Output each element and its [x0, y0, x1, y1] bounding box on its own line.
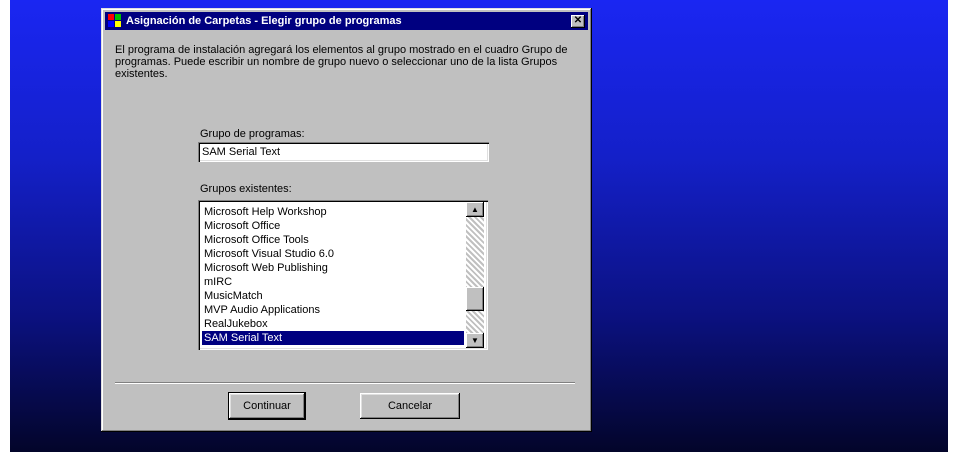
existing-groups-listbox[interactable]: Microsoft Help Workshop Microsoft Office M… — [198, 200, 488, 350]
list-item[interactable]: Microsoft Office — [202, 219, 464, 233]
window-title: Asignación de Carpetas - Elegir grupo de… — [126, 15, 402, 27]
program-group-input[interactable]: SAM Serial Text — [198, 142, 489, 162]
list-item[interactable]: mIRC — [202, 275, 464, 289]
scroll-thumb[interactable] — [466, 287, 484, 311]
list-item[interactable]: Microsoft Help Workshop — [202, 205, 464, 219]
existing-groups-items: Microsoft Help Workshop Microsoft Office M… — [202, 205, 464, 345]
existing-groups-label: Grupos existentes: — [200, 183, 292, 195]
title-bar[interactable]: Asignación de Carpetas - Elegir grupo de… — [105, 12, 588, 30]
list-item[interactable]: MVP Audio Applications — [202, 303, 464, 317]
program-group-label: Grupo de programas: — [200, 128, 305, 140]
listbox-scrollbar[interactable]: ▲ ▼ — [466, 202, 484, 348]
continue-button[interactable]: Continuar — [228, 392, 306, 420]
cancel-button[interactable]: Cancelar — [360, 393, 460, 419]
separator-line — [115, 382, 575, 384]
list-item[interactable]: Microsoft Web Publishing — [202, 261, 464, 275]
scroll-down-button[interactable]: ▼ — [466, 333, 484, 348]
instructions-text: El programa de instalación agregará los … — [115, 44, 568, 80]
list-item[interactable]: SAM Serial Text — [202, 331, 464, 345]
close-button[interactable]: ✕ — [571, 14, 585, 28]
list-item[interactable]: Microsoft Office Tools — [202, 233, 464, 247]
list-item[interactable]: Microsoft Visual Studio 6.0 — [202, 247, 464, 261]
list-item[interactable]: RealJukebox — [202, 317, 464, 331]
list-item[interactable]: MusicMatch — [202, 289, 464, 303]
scroll-up-button[interactable]: ▲ — [466, 202, 484, 217]
setup-app-icon — [108, 14, 122, 28]
setup-dialog: Asignación de Carpetas - Elegir grupo de… — [101, 8, 592, 432]
